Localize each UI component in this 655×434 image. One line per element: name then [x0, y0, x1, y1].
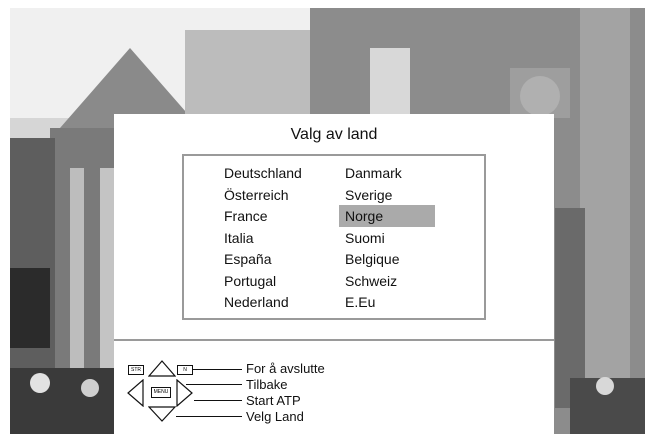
legend-select-country: Velg Land — [246, 409, 304, 424]
connector-line — [194, 400, 242, 401]
country-item[interactable]: France — [218, 205, 328, 227]
country-selection-panel: Valg av land Deutschland Österreich Fran… — [114, 114, 554, 434]
legend-exit: For å avslutte — [246, 361, 325, 376]
country-item[interactable]: E.Eu — [339, 291, 435, 313]
panel-title: Valg av land — [290, 126, 378, 143]
up-arrow-icon[interactable] — [148, 359, 176, 377]
connector-line — [176, 416, 242, 417]
country-item[interactable]: Nederland — [218, 291, 328, 313]
menu-key[interactable]: MENU — [151, 387, 171, 398]
n-key[interactable]: N — [177, 365, 193, 375]
country-item[interactable]: Schweiz — [339, 270, 435, 292]
connector-line — [186, 384, 242, 385]
str-key[interactable]: STR — [128, 365, 144, 375]
country-item[interactable]: Sverige — [339, 184, 435, 206]
country-item[interactable]: Suomi — [339, 227, 435, 249]
legend-back: Tilbake — [246, 377, 288, 392]
country-item[interactable]: Deutschland — [218, 162, 328, 184]
country-list: Deutschland Österreich France Italia Esp… — [182, 154, 486, 320]
country-item[interactable]: Belgique — [339, 248, 435, 270]
country-item[interactable]: Portugal — [218, 270, 328, 292]
connector-line — [192, 369, 242, 370]
country-item[interactable]: España — [218, 248, 328, 270]
country-item[interactable]: Österreich — [218, 184, 328, 206]
left-arrow-icon[interactable] — [126, 379, 144, 407]
country-item[interactable]: Italia — [218, 227, 328, 249]
down-arrow-icon[interactable] — [148, 406, 176, 422]
country-item[interactable]: Danmark — [339, 162, 435, 184]
divider — [114, 339, 554, 341]
country-item-selected[interactable]: Norge — [339, 205, 435, 227]
legend-start-atp: Start ATP — [246, 393, 301, 408]
